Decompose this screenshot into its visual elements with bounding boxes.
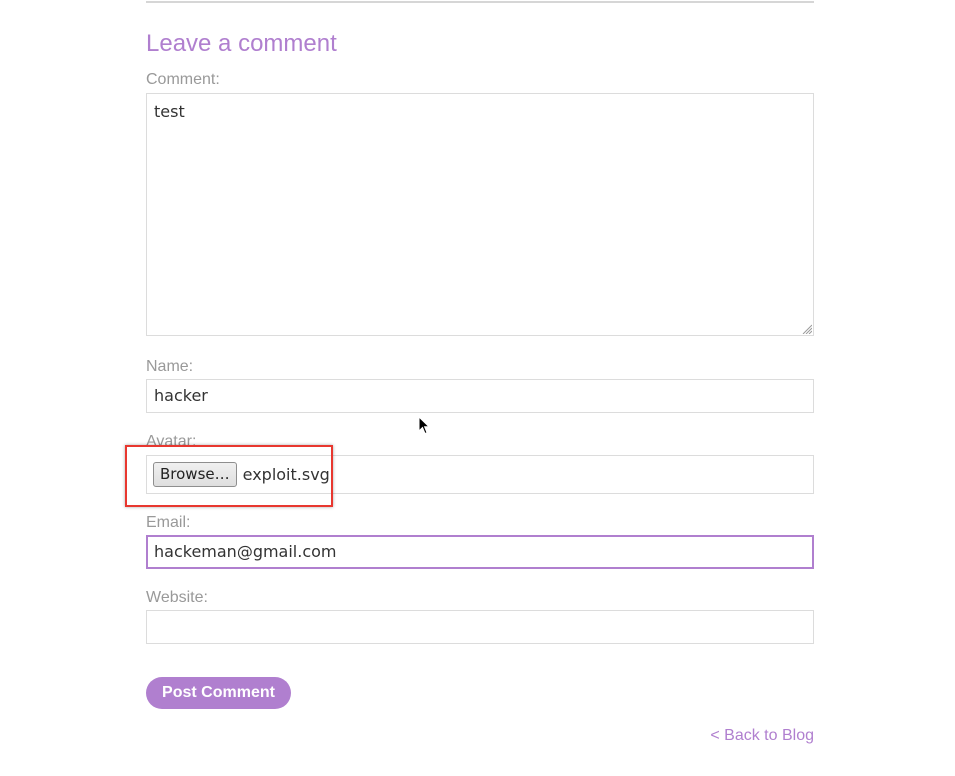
name-input[interactable]: hacker bbox=[146, 379, 814, 413]
mouse-cursor-icon bbox=[418, 416, 430, 435]
name-label: Name: bbox=[146, 358, 194, 375]
website-input[interactable] bbox=[146, 610, 814, 644]
highlight-annotation-box bbox=[125, 445, 333, 507]
top-divider bbox=[146, 1, 814, 3]
comment-text: test bbox=[154, 102, 185, 121]
post-comment-button[interactable]: Post Comment bbox=[146, 677, 291, 709]
email-label: Email: bbox=[146, 514, 191, 531]
comment-textarea[interactable]: test bbox=[146, 93, 814, 336]
email-input[interactable]: hackeman@gmail.com bbox=[146, 535, 814, 569]
website-label: Website: bbox=[146, 589, 208, 606]
resize-grip-icon[interactable] bbox=[802, 324, 812, 334]
page: Leave a comment Comment: test Name: hack… bbox=[0, 0, 955, 776]
comment-label: Comment: bbox=[146, 71, 220, 88]
back-to-blog-link[interactable]: < Back to Blog bbox=[710, 727, 814, 745]
comment-section-heading: Leave a comment bbox=[146, 30, 337, 57]
